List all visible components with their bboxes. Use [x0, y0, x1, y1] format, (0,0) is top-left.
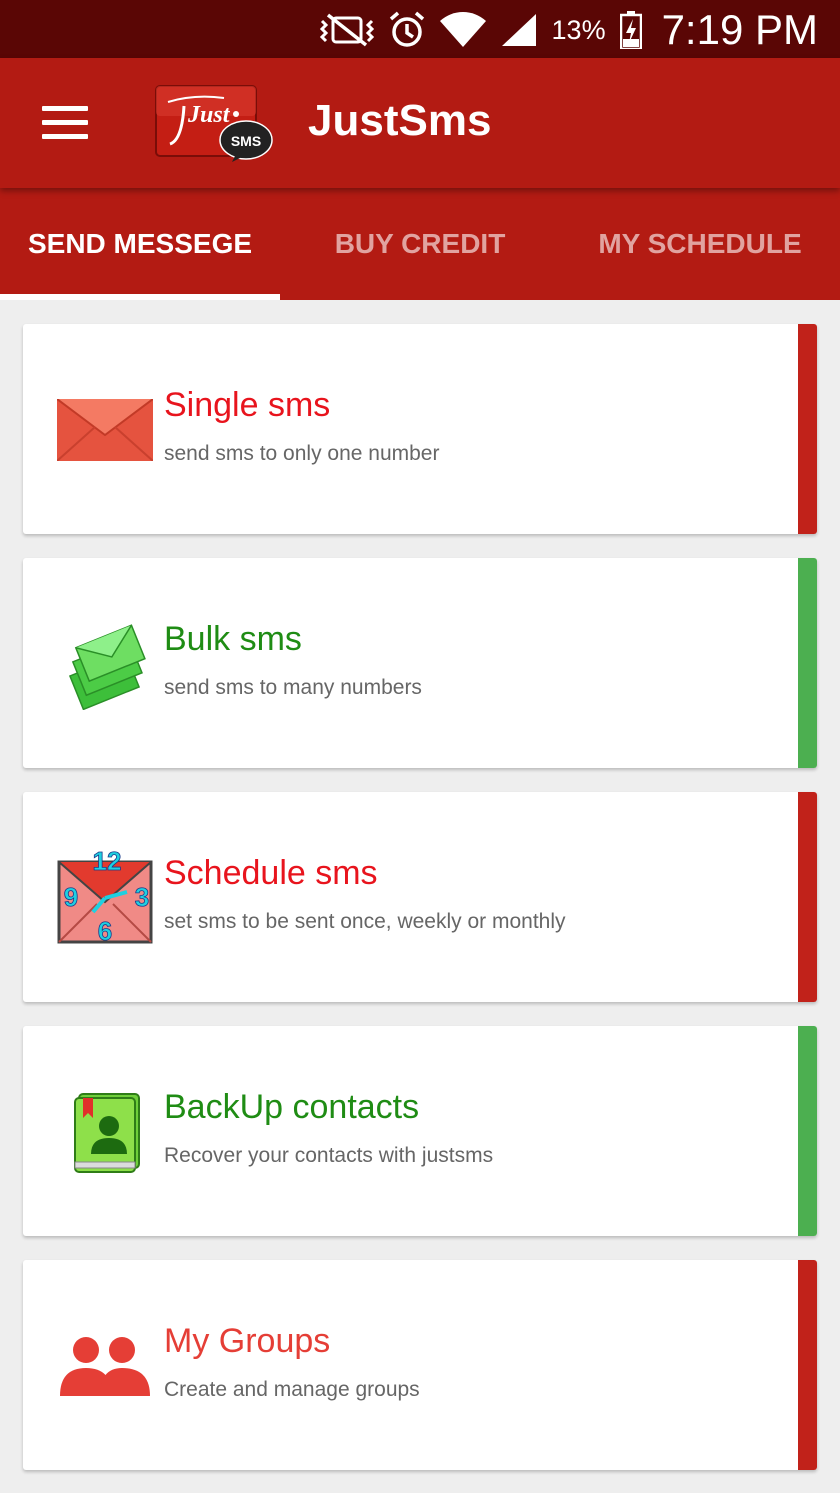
card-schedule-sms[interactable]: 12 3 6 9 Schedule sms set sms to be sent…	[23, 792, 817, 1002]
card-bulk-sms[interactable]: Bulk sms send sms to many numbers	[23, 558, 817, 768]
logo-text: Just	[187, 102, 231, 128]
tab-my-schedule[interactable]: MY SCHEDULE	[560, 188, 840, 300]
card-subtitle: send sms to only one number	[164, 442, 440, 465]
vibrate-icon	[319, 13, 374, 47]
status-icons: 13% 7:19 PM	[319, 6, 818, 53]
accent-stripe	[798, 558, 817, 768]
card-subtitle: send sms to many numbers	[164, 676, 422, 699]
tab-send-message[interactable]: SEND MESSEGE	[0, 188, 280, 300]
menu-card-list: Single sms send sms to only one number B…	[23, 324, 817, 1493]
card-subtitle: Create and manage groups	[164, 1378, 420, 1401]
card-title: Single sms	[164, 386, 331, 424]
clock-envelope-icon: 12 3 6 9	[57, 850, 153, 946]
tab-bar: SEND MESSEGE BUY CREDIT MY SCHEDULE	[0, 188, 840, 300]
card-my-groups[interactable]: My Groups Create and manage groups	[23, 1260, 817, 1470]
app-logo: Just SMS	[154, 82, 276, 164]
group-icon	[57, 1318, 153, 1414]
card-title: Schedule sms	[164, 854, 378, 892]
battery-percent: 13%	[551, 14, 606, 45]
accent-stripe	[798, 1026, 817, 1236]
tab-buy-credit[interactable]: BUY CREDIT	[280, 188, 560, 300]
signal-icon	[500, 12, 538, 48]
status-bar: 13% 7:19 PM	[0, 0, 840, 58]
clock-number-6: 6	[98, 916, 112, 946]
hamburger-menu-icon[interactable]	[42, 106, 88, 140]
card-subtitle: Recover your contacts with justsms	[164, 1144, 494, 1167]
card-title: My Groups	[164, 1322, 331, 1360]
clock-time: 7:19 PM	[661, 6, 818, 53]
clock-number-9: 9	[64, 882, 78, 912]
card-single-sms[interactable]: Single sms send sms to only one number	[23, 324, 817, 534]
accent-stripe	[798, 1260, 817, 1470]
accent-stripe	[798, 792, 817, 1002]
app-title: JustSms	[308, 96, 492, 145]
accent-stripe	[798, 324, 817, 534]
alarm-icon	[388, 11, 426, 49]
battery-charging-icon	[619, 11, 642, 49]
tab-indicator	[0, 294, 280, 300]
card-backup-contacts[interactable]: BackUp contacts Recover your contacts wi…	[23, 1026, 817, 1236]
card-title: BackUp contacts	[164, 1088, 420, 1126]
contacts-book-icon	[57, 1084, 153, 1180]
app-bar: Just SMS JustSms	[0, 58, 840, 188]
clock-number-3: 3	[135, 882, 149, 912]
card-subtitle: set sms to be sent once, weekly or month…	[164, 910, 566, 933]
logo-badge-text: SMS	[231, 133, 261, 149]
clock-number-12: 12	[93, 850, 122, 876]
card-title: Bulk sms	[164, 620, 302, 658]
stacked-envelopes-icon	[57, 616, 153, 712]
wifi-icon	[439, 12, 486, 48]
envelope-icon	[57, 382, 153, 478]
